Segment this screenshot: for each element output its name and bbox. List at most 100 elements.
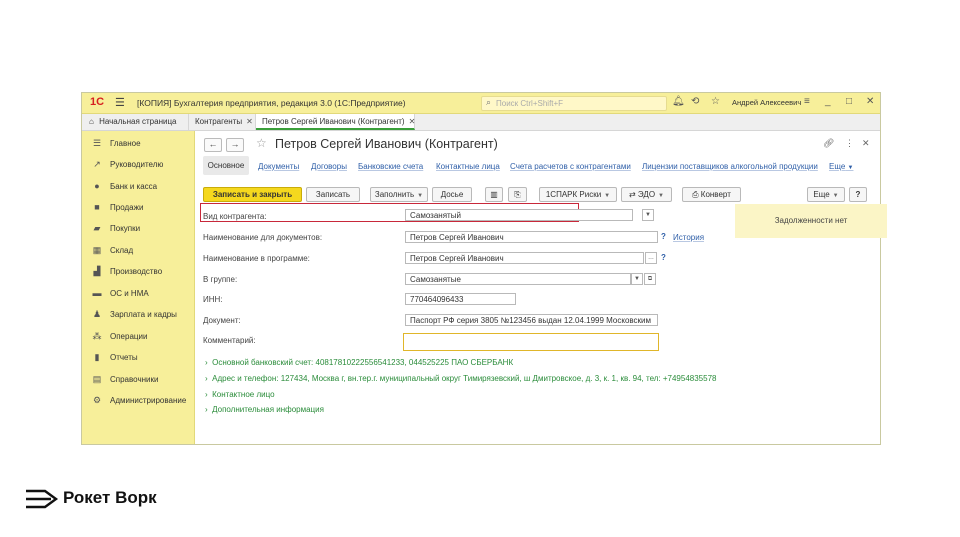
group-select[interactable]: Самозанятые	[405, 273, 631, 285]
help-question-icon[interactable]: ?	[661, 253, 666, 262]
history-icon[interactable]: ⟲	[691, 96, 699, 107]
back-arrow-icon[interactable]: ←	[204, 138, 222, 152]
fill-button[interactable]: Заполнить ▼	[370, 187, 428, 202]
tab-counterparty-card[interactable]: Петров Сергей Иванович (Контрагент) ✕	[256, 114, 415, 130]
additional-info-section-label: Дополнительная информация	[212, 405, 324, 414]
save-and-close-button[interactable]: Записать и закрыть	[203, 187, 302, 202]
favorites-star-icon[interactable]: ☆	[711, 96, 720, 107]
sidebar-item-production[interactable]: ▟ Производство	[82, 264, 194, 280]
subtab-more-label: Еще	[829, 162, 846, 171]
subtab-contacts[interactable]: Контактные лица	[436, 162, 500, 171]
hamburger-menu-icon[interactable]: ☰	[115, 96, 125, 109]
tab-counterparties[interactable]: Контрагенты ✕	[189, 114, 256, 130]
sidebar-item-bank[interactable]: ● Банк и касса	[82, 179, 194, 195]
sidebar-item-reports[interactable]: ▮ Отчеты	[82, 350, 194, 366]
group-dropdown-icon[interactable]: ▼	[631, 273, 643, 285]
menu-icon: ☰	[92, 138, 102, 148]
bag-icon: ■	[94, 202, 100, 212]
subtab-alcohol-licenses[interactable]: Лицензии поставщиков алкогольной продукц…	[642, 162, 818, 171]
page-title: Петров Сергей Иванович (Контрагент)	[275, 137, 498, 151]
forward-arrow-icon[interactable]: →	[226, 138, 244, 152]
inn-label: ИНН:	[203, 295, 223, 304]
spark-risks-button[interactable]: 1СПАРК Риски ▼	[539, 187, 617, 202]
sidebar-item-label: Операции	[110, 332, 148, 341]
subtab-documents[interactable]: Документы	[258, 162, 299, 171]
sidebar-item-purchases[interactable]: ▰ Покупки	[82, 221, 194, 237]
open-group-icon[interactable]: ⧉	[644, 273, 656, 285]
progname-field[interactable]: Петров Сергей Иванович	[405, 252, 644, 264]
maximize-icon[interactable]: □	[846, 96, 852, 107]
1c-logo: 1С	[90, 96, 105, 108]
sections-sidebar: ☰ Главное ↗ Руководителю ● Банк и касса ■ Пр…	[82, 131, 195, 444]
open-form-ellipsis-icon[interactable]: …	[645, 252, 657, 264]
more-vertical-icon[interactable]: ⋮	[845, 138, 854, 149]
sidebar-item-manager[interactable]: ↗ Руководителю	[82, 157, 194, 173]
tab-home[interactable]: ⌂ Начальная страница	[82, 114, 189, 130]
history-link[interactable]: История	[673, 233, 704, 242]
sidebar-item-catalogs[interactable]: ▤ Справочники	[82, 372, 194, 388]
address-phone-section[interactable]: › Адрес и телефон: 127434, Москва г, вн.…	[205, 374, 716, 383]
comment-label: Комментарий:	[203, 336, 256, 345]
current-user[interactable]: Андрей Алексеевич	[732, 98, 801, 107]
help-button[interactable]: ?	[849, 187, 867, 202]
subtab-more[interactable]: Еще ▼	[829, 162, 853, 171]
additional-info-section[interactable]: › Дополнительная информация	[205, 405, 324, 414]
sidebar-item-operations[interactable]: ⁂ Операции	[82, 329, 194, 345]
inn-field[interactable]: 770464096433	[405, 293, 516, 305]
kind-dropdown-icon[interactable]: ▼	[642, 209, 654, 221]
sidebar-item-assets[interactable]: ▬ ОС и НМА	[82, 286, 194, 302]
close-tab-icon[interactable]: ✕	[409, 117, 416, 126]
favorite-star-icon[interactable]: ☆	[256, 136, 267, 150]
sidebar-item-label: ОС и НМА	[110, 289, 149, 298]
kind-select[interactable]: Самозанятый	[405, 209, 633, 221]
subtab-settlement-accounts[interactable]: Счета расчетов с контрагентами	[510, 162, 631, 171]
sidebar-item-admin[interactable]: ⚙ Администрирование	[82, 393, 194, 409]
link-icon[interactable]: 🔗︎	[823, 138, 834, 149]
bank-account-section[interactable]: › Основной банковский счет: 408178102225…	[205, 358, 513, 367]
save-button[interactable]: Записать	[306, 187, 360, 202]
settings-lines-icon[interactable]: ≡	[804, 96, 810, 107]
contact-person-section[interactable]: › Контактное лицо	[205, 390, 275, 399]
more-button-label: Еще	[813, 190, 830, 199]
minimize-icon[interactable]: _	[825, 96, 831, 107]
list-icon[interactable]: ▥	[485, 187, 503, 202]
sidebar-item-label: Зарплата и кадры	[110, 310, 177, 319]
envelope-button[interactable]: ⎙ Конверт	[682, 187, 741, 202]
search-placeholder: Поиск Ctrl+Shift+F	[496, 99, 564, 108]
more-actions-button[interactable]: Еще ▼	[807, 187, 845, 202]
dossier-button[interactable]: Досье	[432, 187, 472, 202]
dropdown-caret-icon: ▼	[417, 193, 424, 199]
sidebar-item-payroll[interactable]: ♟ Зарплата и кадры	[82, 307, 194, 323]
document-copy-icon[interactable]: ⎘	[508, 187, 527, 202]
address-phone-section-label: Адрес и телефон: 127434, Москва г, вн.те…	[212, 374, 717, 383]
kind-label: Вид контрагента:	[203, 212, 267, 221]
rocketwork-logo-icon	[26, 489, 59, 509]
sidebar-item-label: Склад	[110, 246, 134, 255]
contact-person-section-label: Контактное лицо	[212, 390, 275, 399]
help-question-icon[interactable]: ?	[661, 232, 666, 241]
subtab-contracts[interactable]: Договоры	[311, 162, 347, 171]
app-window: 1С ☰ [КОПИЯ] Бухгалтерия предприятия, ре…	[81, 92, 887, 445]
tab-home-label: Начальная страница	[99, 117, 177, 126]
comment-field[interactable]	[403, 333, 659, 351]
bell-icon[interactable]: 🔔︎	[672, 96, 685, 107]
sidebar-item-sales[interactable]: ■ Продажи	[82, 200, 194, 216]
global-search-input[interactable]: ⌕ Поиск Ctrl+Shift+F	[481, 96, 667, 111]
subtab-main[interactable]: Основное	[203, 156, 249, 175]
close-window-icon[interactable]: ✕	[866, 96, 874, 107]
envelope-button-label: Конверт	[700, 190, 731, 199]
close-form-icon[interactable]: ✕	[862, 138, 870, 149]
gear-icon: ⚙	[92, 395, 102, 405]
brand-name: Рокет Ворк	[63, 488, 157, 507]
docname-field[interactable]: Петров Сергей Иванович	[405, 231, 658, 243]
docname-label: Наименование для документов:	[203, 233, 323, 242]
subtab-bank-accounts[interactable]: Банковские счета	[358, 162, 423, 171]
document-field[interactable]: Паспорт РФ серия 3805 №123456 выдан 12.0…	[405, 314, 658, 326]
close-tab-icon[interactable]: ✕	[246, 117, 253, 126]
coin-icon: ●	[94, 181, 100, 191]
edo-icon: ⇄	[628, 190, 636, 199]
edo-button[interactable]: ⇄ ЭДО ▼	[621, 187, 672, 202]
sidebar-item-main[interactable]: ☰ Главное	[82, 136, 194, 152]
sidebar-item-warehouse[interactable]: ▦ Склад	[82, 243, 194, 259]
app-title: [КОПИЯ] Бухгалтерия предприятия, редакци…	[137, 98, 406, 108]
